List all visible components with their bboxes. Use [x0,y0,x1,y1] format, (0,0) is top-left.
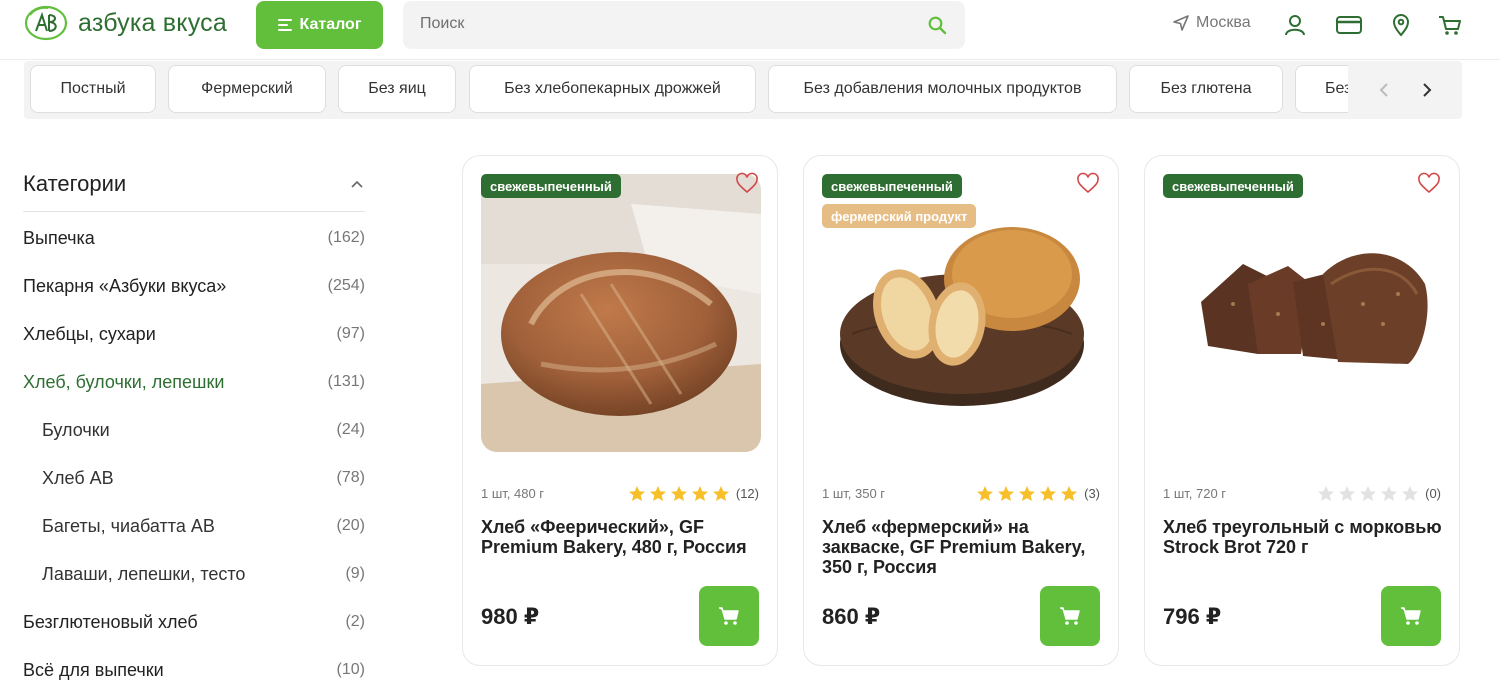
star-icon [691,486,708,501]
menu-icon [277,19,292,31]
star-icon [670,486,687,501]
user-icon[interactable] [1282,12,1308,38]
add-to-cart-button[interactable] [1040,586,1100,646]
search-icon[interactable] [927,15,947,35]
star-icon [1402,486,1419,501]
product-weight: 1 шт, 350 г [822,486,886,501]
product-title[interactable]: Хлеб треугольный с морковью Strock Brot … [1163,517,1447,557]
logo-text: азбука вкуса [78,8,227,37]
category-list: Выпечка (162) Пекарня «Азбуки вкуса» (254)… [23,214,365,683]
chip-farm[interactable]: Фермерский [168,65,326,113]
logo[interactable]: азбука вкуса [24,5,227,41]
product-card[interactable]: свежевыпеченный 1 шт, 480 г (12) Хлеб «Ф… [462,155,778,666]
star-icon [1339,486,1356,501]
cart-icon [1060,607,1080,625]
chevron-left-icon[interactable] [1372,78,1396,102]
category-item[interactable]: Выпечка (162) [23,214,365,262]
heart-icon[interactable] [735,172,759,196]
map-pin-icon[interactable] [1388,12,1414,38]
product-weight: 1 шт, 480 г [481,486,545,501]
bread-round-image [481,174,761,452]
cart-icon [1401,607,1421,625]
subcategory-item[interactable]: Хлеб AB (78) [23,454,365,502]
category-item[interactable]: Всё для выпечки (10) [23,646,365,683]
star-icon [998,486,1015,501]
farm-product-badge: фермерский продукт [822,204,977,228]
star-icon [628,486,645,501]
bread-dark-image [1163,174,1443,452]
fresh-badge: свежевыпеченный [481,174,621,198]
product-weight: 1 шт, 720 г [1163,486,1227,501]
subcategory-item[interactable]: Булочки (24) [23,406,365,454]
header: азбука вкуса Каталог Москва [0,0,1500,60]
add-to-cart-button[interactable] [1381,586,1441,646]
product-image[interactable] [481,174,761,452]
chip-lenten[interactable]: Постный [30,65,156,113]
chevron-right-icon[interactable] [1415,78,1439,102]
star-icon [1040,486,1057,501]
product-title[interactable]: Хлеб «Феерический», GF Premium Bakery, 4… [481,517,765,557]
location-arrow-icon [1173,15,1189,31]
chip-no-yeast[interactable]: Без хлебопекарных дрожжей [469,65,756,113]
star-icon [712,486,729,501]
catalog-button[interactable]: Каталог [256,1,383,49]
categories-title: Категории [23,170,127,196]
product-card[interactable]: свежевыпеченный 1 шт, 720 г (0) Хлеб тре… [1144,155,1460,666]
subcategory-item[interactable]: Багеты, чиабатта AB (20) [23,502,365,550]
product-price: 860 ₽ [822,604,881,629]
fresh-badge: свежевыпеченный [1163,174,1303,198]
review-count: (3) [1084,486,1100,501]
product-price: 980 ₽ [481,604,540,629]
city-name: Москва [1196,14,1251,31]
product-title[interactable]: Хлеб «фермерский» на закваске, GF Premiu… [822,517,1106,577]
star-icon [649,486,666,501]
fresh-badge: свежевыпеченный [822,174,962,198]
heart-icon[interactable] [1076,172,1100,196]
chip-navigation [1348,65,1462,115]
cart-icon[interactable] [1437,12,1463,38]
chip-no-dairy[interactable]: Без добавления молочных продуктов [768,65,1117,113]
rating-stars: (12) [628,485,759,502]
star-icon [1318,486,1335,501]
logo-icon [24,5,68,41]
product-image[interactable] [1163,174,1443,452]
star-icon [1061,486,1078,501]
chevron-up-icon[interactable] [349,179,365,189]
review-count: (12) [735,486,759,501]
catalog-label: Каталог [299,16,362,33]
chip-no-eggs[interactable]: Без яиц [338,65,456,113]
category-item-active[interactable]: Хлеб, булочки, лепешки (131) [23,358,365,406]
search-input[interactable] [420,15,900,33]
filter-chips-bar: Постный Фермерский Без яиц Без хлебопека… [24,61,1462,119]
search-box [403,1,965,49]
city-selector[interactable]: Москва [1172,14,1251,32]
categories-header[interactable]: Категории [23,168,365,212]
add-to-cart-button[interactable] [699,586,759,646]
category-sidebar: Категории Выпечка (162) Пекарня «Азбуки в… [23,168,365,683]
heart-icon[interactable] [1417,172,1441,196]
review-count: (0) [1425,486,1441,501]
category-item[interactable]: Безглютеновый хлеб (2) [23,598,365,646]
rating-stars: (3) [976,485,1100,502]
category-item[interactable]: Хлебцы, сухари (97) [23,310,365,358]
category-item[interactable]: Пекарня «Азбуки вкуса» (254) [23,262,365,310]
star-icon [1381,486,1398,501]
star-icon [977,486,994,501]
subcategory-item[interactable]: Лаваши, лепешки, тесто (9) [23,550,365,598]
product-price: 796 ₽ [1163,604,1222,629]
star-icon [1019,486,1036,501]
product-card[interactable]: свежевыпеченный фермерский продукт 1 шт,… [803,155,1119,666]
cart-icon [719,607,739,625]
card-icon[interactable] [1335,12,1363,38]
chip-gluten-free[interactable]: Без глютена [1129,65,1283,113]
star-icon [1360,486,1377,501]
rating-stars: (0) [1317,485,1441,502]
